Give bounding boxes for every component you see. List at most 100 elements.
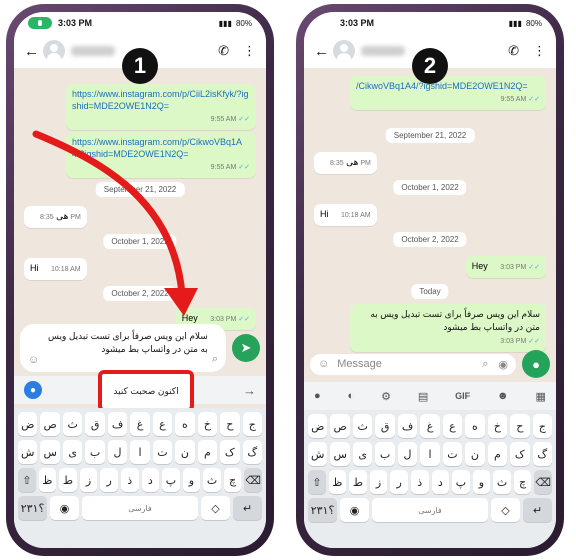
- keyboard-row: ضصثقفغعهخحج: [308, 414, 552, 438]
- link-text[interactable]: /CikwoVBq1A4/?igshid=MDE2OWE1N2Q=: [356, 80, 540, 92]
- keyboard-key[interactable]: ع: [442, 414, 463, 438]
- keyboard-key[interactable]: د: [431, 470, 450, 494]
- keyboard-key[interactable]: ص: [330, 414, 350, 438]
- globe-icon[interactable]: ◉: [340, 498, 369, 522]
- attach-icon[interactable]: ⌕: [482, 358, 488, 371]
- keyboard-row: شسیبلاتنمکگ: [308, 442, 552, 466]
- enter-key-icon[interactable]: ↵: [523, 498, 552, 522]
- message-time: 3:03 PM: [500, 264, 527, 271]
- double-check-icon: ✓✓: [528, 338, 540, 345]
- keyboard-key[interactable]: ی: [352, 442, 373, 466]
- keyboard-key[interactable]: م: [487, 442, 508, 466]
- numbers-key[interactable]: ۲۳۱؟: [308, 498, 337, 522]
- step-badge: 1: [122, 48, 158, 84]
- message-incoming[interactable]: Hi 10:18 AM: [314, 204, 377, 226]
- avatar[interactable]: [333, 40, 355, 62]
- keyboard-row: ⇧ ظ ط ز ر ذ د پ و ث چ ⌫: [308, 470, 552, 494]
- message-link[interactable]: /CikwoVBq1A4/?igshid=MDE2OWE1N2Q= 9:55 A…: [350, 76, 546, 110]
- message-text: هی: [346, 157, 359, 167]
- emoji-icon[interactable]: ☺: [318, 358, 329, 370]
- battery-level: 80%: [525, 18, 542, 28]
- keyboard-key[interactable]: ب: [375, 442, 395, 466]
- keyboard-key[interactable]: ه: [465, 414, 485, 438]
- arrow-path: [32, 130, 186, 298]
- mic-button[interactable]: ●: [522, 350, 550, 378]
- shift-key-icon[interactable]: ⇧: [308, 470, 326, 494]
- add-call-icon[interactable]: ✆: [508, 43, 519, 59]
- annotation-arrow: [32, 130, 198, 316]
- message-time: 10:18 AM: [341, 212, 371, 219]
- keyboard-key[interactable]: ض: [308, 414, 328, 438]
- keyboard-key[interactable]: ر: [390, 470, 408, 494]
- double-check-icon: ✓✓: [528, 264, 540, 271]
- compose-bar: ☺ Message ⌕ ◉ ●: [310, 350, 550, 378]
- message-input[interactable]: ☺ Message ⌕ ◉: [310, 353, 516, 375]
- back-arrow-icon[interactable]: ←: [314, 43, 329, 60]
- keyboard-key[interactable]: ف: [397, 414, 418, 438]
- microphone-icon[interactable]: ●: [314, 390, 321, 402]
- keyboard-row-bottom: ۲۳۱؟ ◉ فارسی ◇ ↵: [308, 498, 552, 522]
- gear-icon[interactable]: ⚙: [381, 390, 391, 403]
- status-time: 3:03 PM: [340, 18, 375, 28]
- date-chip: October 2, 2022: [393, 232, 467, 247]
- keyboard-toolbar: ● ◐ ⚙ ▤ GIF ☻ ▦: [304, 382, 556, 410]
- keyboard-key[interactable]: ث: [352, 414, 373, 438]
- keyboard-key[interactable]: ث: [493, 470, 511, 494]
- status-icons: ▮▮▮ 80%: [509, 19, 542, 28]
- sticker-icon[interactable]: ☻: [497, 390, 509, 402]
- message-incoming[interactable]: هی 8:35 PM: [314, 152, 377, 174]
- chat-area: /CikwoVBq1A4/?igshid=MDE2OWE1N2Q= 9:55 A…: [304, 68, 556, 358]
- message-outgoing[interactable]: Hey 3:03 PM ✓✓: [465, 256, 546, 278]
- keyboard-key[interactable]: ح: [510, 414, 530, 438]
- step-badge: 2: [412, 48, 448, 84]
- keyboard-key[interactable]: ز: [369, 470, 388, 494]
- gif-button[interactable]: GIF: [455, 391, 470, 401]
- phone-screen-2: 3:03 PM ▮▮▮ 80% ← ✆ ⋮ 2 /CikwoVBq1A4/?ig…: [304, 12, 556, 548]
- message-time: 9:55 AM: [500, 96, 527, 103]
- keyboard-key[interactable]: ا: [420, 442, 440, 466]
- keyboard-key[interactable]: ل: [397, 442, 418, 466]
- keyboard-key[interactable]: پ: [452, 470, 470, 494]
- message-text: سلام این ویس صرفاً برای تست تبدیل ویس به…: [370, 309, 540, 332]
- keyboard-key[interactable]: ش: [308, 442, 328, 466]
- double-check-icon: ✓✓: [528, 96, 540, 103]
- message-text: Hi: [320, 209, 329, 219]
- phone-frame-1: 3:03 PM ▮▮▮ 80% ← ✆ ⋮ 1 https://www.inst…: [6, 4, 274, 556]
- apps-grid-icon[interactable]: ▦: [536, 390, 546, 403]
- signal-icon: ▮▮▮: [508, 18, 522, 28]
- message-voice-text[interactable]: سلام این ویس صرفاً برای تست تبدیل ویس به…: [350, 304, 546, 352]
- phone-screen-1: 3:03 PM ▮▮▮ 80% ← ✆ ⋮ 1 https://www.inst…: [14, 12, 266, 548]
- message-time: 3:03 PM: [500, 338, 527, 345]
- keyboard-key[interactable]: ق: [375, 414, 395, 438]
- date-chip: October 1, 2022: [393, 180, 467, 195]
- status-bar: 3:03 PM ▮▮▮ 80%: [304, 12, 556, 34]
- contact-name-blurred[interactable]: [361, 46, 405, 56]
- backspace-key-icon[interactable]: ⌫: [534, 470, 552, 494]
- keyboard-key[interactable]: غ: [420, 414, 440, 438]
- keyboard-key[interactable]: ذ: [410, 470, 429, 494]
- keyboard-key[interactable]: ط: [349, 470, 367, 494]
- date-chip: September 21, 2022: [385, 128, 475, 143]
- keyboard-key[interactable]: س: [330, 442, 350, 466]
- input-placeholder: Message: [337, 358, 382, 370]
- cursor-move-icon[interactable]: ◇: [491, 498, 520, 522]
- clipboard-icon[interactable]: ▤: [418, 390, 428, 403]
- message-text: Hey: [471, 261, 488, 271]
- keyboard-key[interactable]: ج: [532, 414, 552, 438]
- keyboard-key[interactable]: چ: [513, 470, 532, 494]
- keyboard-key[interactable]: و: [472, 470, 491, 494]
- date-chip: Today: [411, 284, 449, 299]
- palette-icon[interactable]: ◐: [348, 390, 355, 402]
- keyboard-key[interactable]: ظ: [328, 470, 347, 494]
- keyboard-key[interactable]: ت: [442, 442, 463, 466]
- space-bar[interactable]: فارسی: [372, 498, 488, 522]
- phone-frame-2: 3:03 PM ▮▮▮ 80% ← ✆ ⋮ 2 /CikwoVBq1A4/?ig…: [296, 4, 564, 556]
- more-menu-icon[interactable]: ⋮: [533, 43, 546, 59]
- camera-icon[interactable]: ◉: [498, 358, 508, 371]
- keyboard-key[interactable]: گ: [532, 442, 552, 466]
- arrow-head: [164, 288, 198, 316]
- keyboard-key[interactable]: ک: [510, 442, 530, 466]
- keyboard: ض ص ث ق ف غ ع ه خ ح ج ش س ی ب ل ا ت ن م ک گ ⇧ ظ ط ز ر ذ د پ و ث چ ⌫ ۲۳۱؟ ◉ ف…: [304, 410, 556, 548]
- keyboard-key[interactable]: ن: [465, 442, 485, 466]
- keyboard-key[interactable]: خ: [487, 414, 508, 438]
